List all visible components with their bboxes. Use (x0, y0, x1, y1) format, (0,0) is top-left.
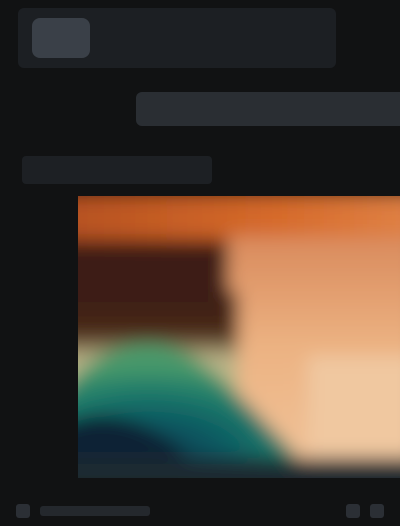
url-bar[interactable] (136, 92, 400, 126)
image-thumbnail (78, 196, 400, 478)
header-card (18, 8, 336, 68)
footer-action-icon[interactable] (346, 504, 360, 518)
footer-text-placeholder (40, 506, 150, 516)
image-tile[interactable] (78, 196, 400, 478)
app-screen (0, 0, 400, 526)
section-label (22, 156, 212, 184)
footer-bar (0, 496, 400, 526)
footer-icon[interactable] (16, 504, 30, 518)
app-logo-icon[interactable] (32, 18, 90, 58)
footer-action-icon-2[interactable] (370, 504, 384, 518)
